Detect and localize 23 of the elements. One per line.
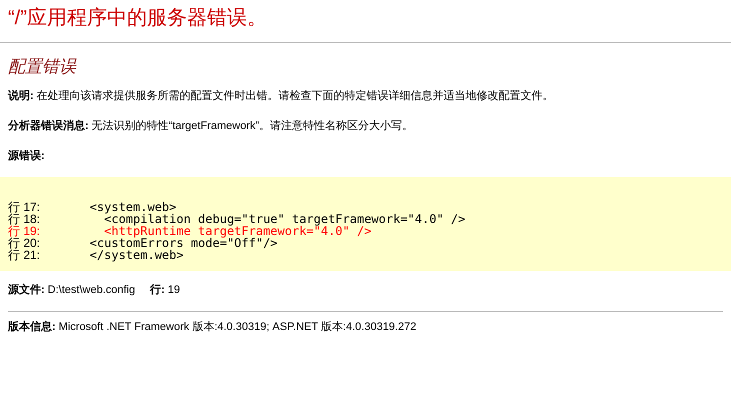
detail-label: 说明: (8, 89, 34, 103)
detail-text: 无法识别的特性“targetFramework”。请注意特性名称区分大小写。 (92, 119, 414, 133)
source-file-label: 源文件: (8, 283, 45, 297)
line-number: 行 17: (8, 201, 42, 213)
error-heading: 配置错误 (8, 56, 78, 78)
line-number: 行 20: (8, 237, 42, 249)
code-line: <compilation debug="true" targetFramework="4.0" /> (104, 213, 466, 225)
source-error-label: 源错误: (8, 149, 46, 163)
source-file-path: D:\test\web.config (48, 283, 136, 297)
code-line: <httpRuntime targetFramework="4.0" /> (103, 225, 372, 237)
page-title: “/”应用程序中的服务器错误。 (8, 6, 268, 31)
line-label: 行: (150, 283, 165, 297)
code-line: <customErrors mode="Off"/> (88, 237, 278, 249)
version-text: Microsoft .NET Framework 版本:4.0.30319; ASP.NET 版本:4.0.30319.272 (58, 320, 416, 334)
detail-label: 分析器错误消息: (8, 119, 89, 133)
code-line: </system.web> (88, 249, 184, 261)
code-line: <system.web> (88, 201, 176, 213)
line-number: 行 18: (8, 213, 42, 225)
line-number-value: 19 (168, 283, 180, 297)
line-number: 行 21: (8, 249, 42, 261)
line-number: 行 19: (8, 225, 42, 237)
version-label: 版本信息: (8, 320, 56, 334)
detail-text: 在处理向该请求提供服务所需的配置文件时出错。请检查下面的特定错误详细信息并适当地修改配置文件。 (36, 89, 554, 103)
